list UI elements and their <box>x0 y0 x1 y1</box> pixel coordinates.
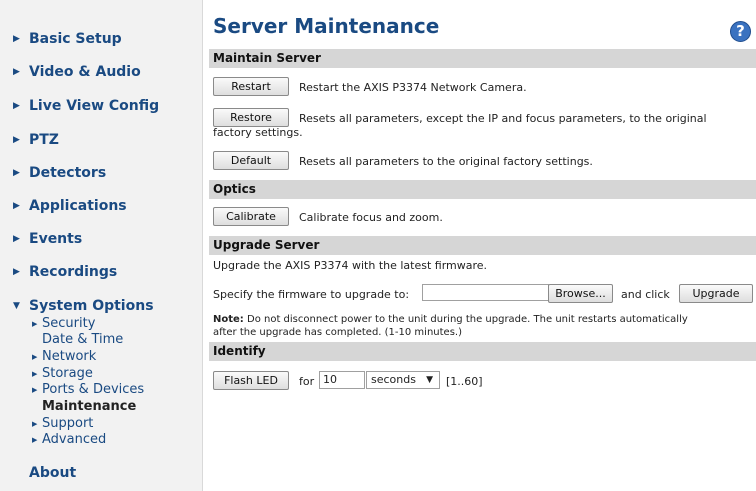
sub-nav-storage[interactable]: ▶ Storage <box>32 366 93 381</box>
nav-detectors[interactable]: ▶ Detectors <box>13 165 106 181</box>
section-upgrade-server: Upgrade Server <box>209 236 756 255</box>
nav-system-options[interactable]: ▼ System Options <box>13 298 154 314</box>
upgrade-note-line1: Note: Do not disconnect power to the uni… <box>213 314 688 325</box>
sub-nav-date-time[interactable]: Date & Time <box>42 332 123 347</box>
sub-nav-maintenance[interactable]: Maintenance <box>42 399 136 414</box>
chevron-right-icon: ▶ <box>13 34 20 44</box>
restart-description: Restart the AXIS P3374 Network Camera. <box>299 81 527 94</box>
upgrade-button[interactable]: Upgrade <box>679 284 753 303</box>
nav-applications[interactable]: ▶ Applications <box>13 198 127 214</box>
page-title: Server Maintenance <box>213 14 440 38</box>
firmware-label: Specify the firmware to upgrade to: <box>213 288 410 301</box>
nav-live-view-config[interactable]: ▶ Live View Config <box>13 98 159 114</box>
chevron-right-icon: ▶ <box>13 101 20 111</box>
chevron-right-icon: ▶ <box>13 234 20 244</box>
main-content: Server Maintenance ? Maintain Server Res… <box>209 0 756 491</box>
sub-nav-network[interactable]: ▶ Network <box>32 349 96 364</box>
nav-events[interactable]: ▶ Events <box>13 231 82 247</box>
nav-video-audio[interactable]: ▶ Video & Audio <box>13 64 141 80</box>
default-button[interactable]: Default <box>213 151 289 170</box>
firmware-file-input[interactable] <box>422 284 549 301</box>
chevron-right-icon: ▶ <box>13 201 20 211</box>
dropdown-arrow-icon: ▼ <box>426 375 433 385</box>
chevron-right-icon: ▶ <box>13 135 20 145</box>
chevron-right-icon: ▶ <box>13 168 20 178</box>
duration-range: [1..60] <box>446 375 483 388</box>
and-click-label: and click <box>621 288 670 301</box>
chevron-right-icon: ▶ <box>32 435 38 444</box>
chevron-right-icon: ▶ <box>32 369 38 378</box>
upgrade-intro: Upgrade the AXIS P3374 with the latest f… <box>213 259 488 272</box>
flash-led-button[interactable]: Flash LED <box>213 371 289 390</box>
section-maintain-server: Maintain Server <box>209 49 756 68</box>
sidebar: ▶ Basic Setup ▶ Video & Audio ▶ Live View C… <box>0 0 203 491</box>
nav-basic-setup[interactable]: ▶ Basic Setup <box>13 31 122 47</box>
duration-unit-value: seconds <box>371 373 416 386</box>
nav-ptz[interactable]: ▶ PTZ <box>13 132 59 148</box>
chevron-right-icon: ▶ <box>32 319 38 328</box>
restore-description-line1: Resets all parameters, except the IP and… <box>299 112 707 125</box>
flash-duration-input[interactable]: 10 <box>319 371 365 389</box>
chevron-right-icon: ▶ <box>32 385 38 394</box>
calibrate-description: Calibrate focus and zoom. <box>299 211 443 224</box>
sub-nav-advanced[interactable]: ▶ Advanced <box>32 432 106 447</box>
browse-button[interactable]: Browse... <box>548 284 613 303</box>
restore-button[interactable]: Restore <box>213 108 289 127</box>
restore-description-line2: factory settings. <box>213 126 303 139</box>
sub-nav-security[interactable]: ▶ Security <box>32 316 95 331</box>
nav-about[interactable]: About <box>29 465 76 481</box>
nav-recordings[interactable]: ▶ Recordings <box>13 264 117 280</box>
upgrade-note-line2: after the upgrade has completed. (1-10 m… <box>213 327 462 338</box>
duration-unit-select[interactable]: seconds ▼ <box>366 371 440 389</box>
calibrate-button[interactable]: Calibrate <box>213 207 289 226</box>
chevron-right-icon: ▶ <box>13 267 20 277</box>
chevron-right-icon: ▶ <box>13 67 20 77</box>
sub-nav-support[interactable]: ▶ Support <box>32 416 93 431</box>
sub-nav-ports-devices[interactable]: ▶ Ports & Devices <box>32 382 144 397</box>
for-label: for <box>299 375 315 388</box>
section-optics: Optics <box>209 180 756 199</box>
section-identify: Identify <box>209 342 756 361</box>
help-icon[interactable]: ? <box>730 21 751 42</box>
note-label: Note: <box>213 314 244 325</box>
default-description: Resets all parameters to the original fa… <box>299 155 593 168</box>
chevron-right-icon: ▶ <box>32 352 38 361</box>
note-text-line1: Do not disconnect power to the unit duri… <box>247 314 688 325</box>
chevron-right-icon: ▶ <box>32 419 38 428</box>
chevron-down-icon: ▼ <box>13 301 20 311</box>
restart-button[interactable]: Restart <box>213 77 289 96</box>
